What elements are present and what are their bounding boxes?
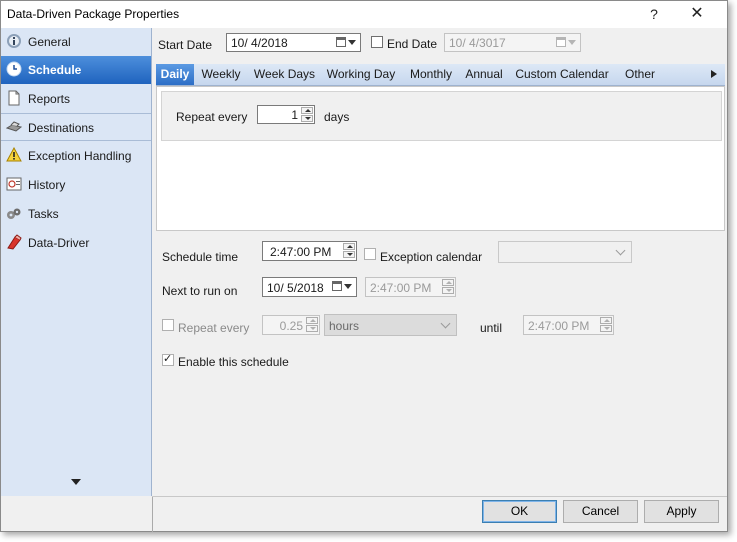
properties-window: Data-Driven Package Properties ? ✕ Gener… (0, 0, 728, 532)
more-items-arrow-icon[interactable] (71, 479, 81, 485)
start-date-picker[interactable]: 10/ 4/2018 (226, 33, 361, 52)
report-page-icon (8, 90, 20, 106)
end-date-checkbox[interactable] (371, 36, 383, 48)
stepper-arrows-icon[interactable] (442, 279, 454, 294)
start-date-label: Start Date (158, 38, 213, 52)
stepper-arrows-icon[interactable] (343, 243, 355, 258)
repeat-unit-select[interactable]: hours (324, 314, 457, 336)
tab-monthly[interactable]: Monthly (406, 64, 456, 85)
warning-icon (6, 147, 22, 162)
tab-working-day[interactable]: Working Day (324, 64, 398, 85)
exception-calendar-label: Exception calendar (380, 250, 483, 264)
next-run-time-field[interactable]: 2:47:00 PM (365, 277, 456, 297)
sidebar: General Schedule Reports Destinations Ex… (1, 28, 152, 496)
sidebar-item-label: Data-Driver (28, 236, 90, 250)
exception-calendar-checkbox[interactable] (364, 248, 376, 260)
stepper-arrows-icon[interactable] (306, 317, 318, 332)
window-title: Data-Driven Package Properties (7, 7, 180, 21)
sidebar-item-destinations[interactable]: Destinations (1, 113, 151, 141)
chevron-down-icon (615, 245, 626, 256)
tab-annual[interactable]: Annual (462, 64, 506, 85)
next-run-date-picker[interactable]: 10/ 5/2018 (262, 277, 357, 297)
schedule-time-field[interactable]: 2:47:00 PM (262, 241, 357, 261)
sidebar-item-history[interactable]: History (1, 171, 151, 199)
repeat-every-label: Repeat every (178, 321, 250, 335)
clock-icon (6, 61, 22, 77)
schedule-panel: Start Date 10/ 4/2018 End Date 10/ 4/301… (152, 28, 727, 496)
daily-options-box: Repeat every 1 days (161, 91, 722, 141)
repeat-every-days-label: Repeat every (176, 110, 248, 124)
sidebar-item-label: History (28, 178, 66, 192)
repeat-interval-stepper[interactable]: 0.25 (262, 315, 320, 335)
sidebar-item-data-driver[interactable]: Data-Driver (1, 229, 151, 257)
sidebar-item-label: Destinations (28, 121, 95, 135)
tab-custom-calendar[interactable]: Custom Calendar (514, 64, 610, 85)
data-driver-icon (7, 234, 22, 250)
sidebar-item-label: Schedule (28, 63, 82, 77)
help-button[interactable]: ? (641, 2, 667, 26)
tab-daily[interactable]: Daily (156, 64, 194, 85)
sidebar-item-label: General (28, 35, 71, 49)
sidebar-item-schedule[interactable]: Schedule (1, 56, 151, 84)
info-icon (7, 34, 21, 48)
next-run-label: Next to run on (162, 284, 238, 298)
tab-week-days[interactable]: Week Days (251, 64, 318, 85)
enable-schedule-checkbox[interactable] (162, 352, 174, 366)
printer-icon (6, 121, 22, 132)
stepper-arrows-icon[interactable] (600, 317, 612, 332)
calendar-dropdown-icon[interactable] (332, 280, 354, 293)
tab-weekly[interactable]: Weekly (196, 64, 246, 85)
recurrence-tabs: Daily Weekly Week Days Working Day Month… (156, 64, 725, 86)
ok-button[interactable]: OK (482, 500, 557, 523)
calendar-dropdown-icon[interactable] (336, 36, 358, 49)
footer-divider (152, 497, 153, 532)
repeat-every-checkbox[interactable] (162, 319, 174, 331)
exception-calendar-select[interactable] (498, 241, 632, 263)
tab-other[interactable]: Other (618, 64, 662, 85)
repeat-days-stepper[interactable]: 1 (257, 105, 315, 124)
end-date-picker[interactable]: 10/ 4/3017 (444, 33, 581, 52)
sidebar-item-label: Tasks (28, 207, 59, 221)
daily-tab-panel: Repeat every 1 days (156, 86, 725, 231)
schedule-time-label: Schedule time (162, 250, 239, 264)
sidebar-item-tasks[interactable]: Tasks (1, 200, 151, 228)
days-unit-label: days (324, 110, 350, 124)
tasks-icon (7, 208, 21, 219)
apply-button[interactable]: Apply (644, 500, 719, 523)
cancel-button[interactable]: Cancel (563, 500, 638, 523)
sidebar-item-general[interactable]: General (1, 28, 151, 56)
end-date-label: End Date (387, 37, 438, 51)
sidebar-item-label: Reports (28, 92, 71, 106)
until-label: until (480, 321, 503, 335)
sidebar-item-label: Exception Handling (28, 149, 132, 163)
close-button[interactable]: ✕ (679, 2, 715, 26)
history-icon (6, 177, 22, 191)
sidebar-item-exception-handling[interactable]: Exception Handling (1, 142, 151, 170)
dialog-footer: OK Cancel Apply (152, 496, 727, 532)
chevron-down-icon (440, 318, 451, 329)
enable-schedule-label: Enable this schedule (178, 355, 289, 369)
stepper-arrows-icon[interactable] (301, 107, 313, 122)
title-bar: Data-Driven Package Properties ? ✕ (1, 1, 727, 28)
until-time-field[interactable]: 2:47:00 PM (523, 315, 614, 335)
calendar-dropdown-icon[interactable] (556, 36, 578, 49)
sidebar-item-reports[interactable]: Reports (1, 85, 151, 113)
tab-scroll-right-icon[interactable] (711, 70, 717, 78)
